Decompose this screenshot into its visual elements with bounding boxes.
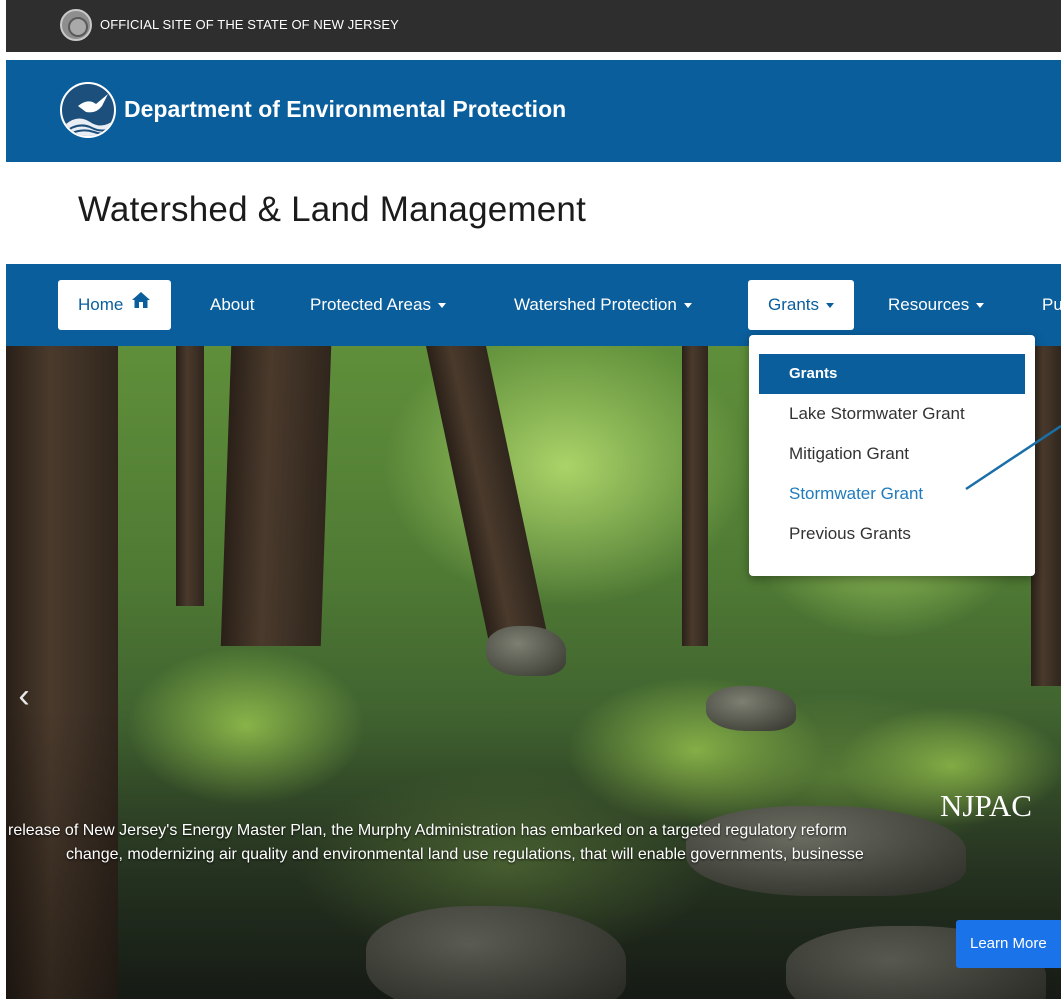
learn-more-button[interactable]: Learn More	[956, 920, 1061, 968]
official-site-text: OFFICIAL SITE OF THE STATE OF NEW JERSEY	[100, 17, 399, 32]
nav-home-label: Home	[78, 295, 124, 314]
nj-seal-icon	[60, 9, 92, 41]
carousel-prev-button[interactable]: ‹	[12, 676, 36, 716]
nav-protected-areas-label: Protected Areas	[310, 295, 431, 314]
nav-resources-label: Resources	[888, 295, 970, 314]
chevron-down-icon	[437, 303, 446, 309]
page: OFFICIAL SITE OF THE STATE OF NEW JERSEY…	[0, 0, 1061, 999]
dropdown-item-stormwater-grant[interactable]: Stormwater Grant	[759, 474, 1025, 514]
dropdown-item-previous-grants[interactable]: Previous Grants	[759, 514, 1025, 554]
hero-heading: NJPAC	[940, 788, 1032, 823]
department-title[interactable]: Department of Environmental Protection	[124, 96, 566, 123]
main-nav: Home About Protected Areas Watershed Pro…	[6, 264, 1061, 346]
chevron-down-icon	[683, 303, 692, 309]
official-bar: OFFICIAL SITE OF THE STATE OF NEW JERSEY	[0, 0, 1061, 52]
nav-grants-label: Grants	[768, 295, 820, 314]
nav-home[interactable]: Home	[58, 279, 172, 330]
dropdown-item-lake-stormwater-grant[interactable]: Lake Stormwater Grant	[759, 394, 1025, 434]
chevron-down-icon	[976, 303, 985, 309]
nav-publications-partial[interactable]: Pu	[1042, 280, 1061, 330]
nav-watershed-protection-label: Watershed Protection	[514, 295, 677, 314]
home-icon	[131, 279, 151, 329]
grants-dropdown-menu: Grants Lake Stormwater Grant Mitigation …	[749, 335, 1035, 576]
dep-logo-icon[interactable]	[60, 82, 116, 138]
nav-protected-areas[interactable]: Protected Areas	[310, 280, 446, 330]
hero-text-line: change, modernizing air quality and envi…	[66, 846, 864, 863]
nav-about[interactable]: About	[210, 280, 254, 330]
department-header: Department of Environmental Protection	[6, 60, 1061, 162]
nav-grants[interactable]: Grants	[748, 280, 855, 330]
nav-resources[interactable]: Resources	[888, 280, 985, 330]
page-title: Watershed & Land Management	[78, 190, 587, 229]
hero-text-line: release of New Jersey's Energy Master Pl…	[8, 822, 848, 839]
chevron-down-icon	[826, 303, 835, 309]
nav-watershed-protection[interactable]: Watershed Protection	[514, 280, 692, 330]
dropdown-item-mitigation-grant[interactable]: Mitigation Grant	[759, 434, 1025, 474]
dropdown-item-grants[interactable]: Grants	[759, 354, 1025, 394]
